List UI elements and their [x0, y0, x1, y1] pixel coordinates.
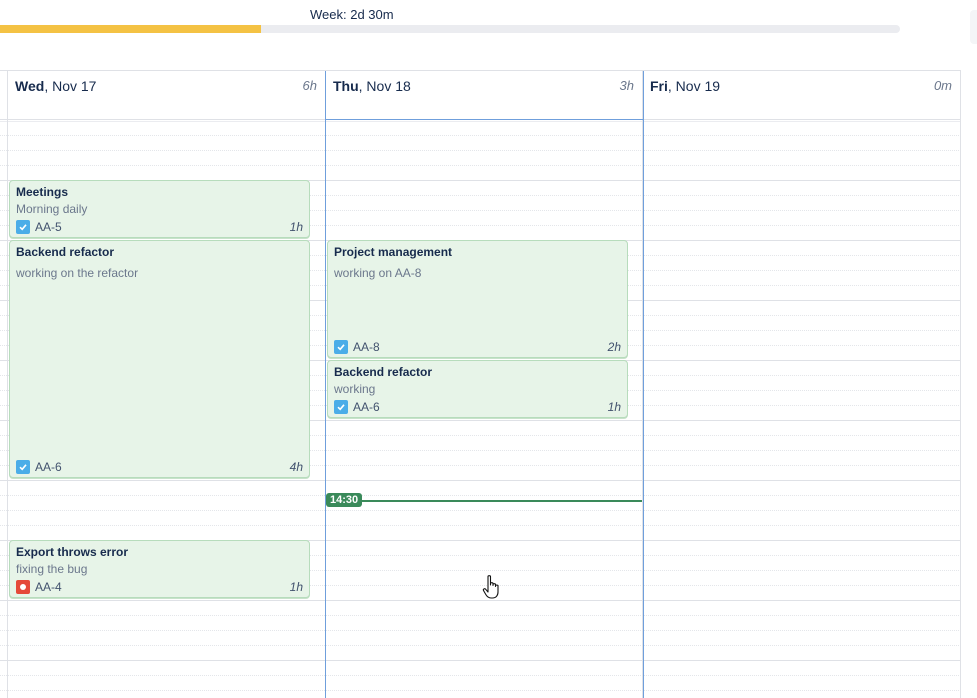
- worklog-event[interactable]: Project management working on AA-8 AA-8 …: [327, 240, 628, 358]
- day-title: Wed, Nov 17: [15, 78, 96, 94]
- column-divider: [7, 71, 8, 698]
- day-header-wed[interactable]: Wed, Nov 17 6h: [7, 71, 325, 119]
- today-header-border: [325, 119, 643, 120]
- week-summary-label: Week: 2d 30m: [310, 7, 394, 22]
- event-title: Export throws error: [16, 545, 129, 559]
- event-description: working on AA-8: [334, 266, 422, 280]
- day-header-fri[interactable]: Fri, Nov 19 0m: [642, 71, 960, 119]
- event-title: Backend refactor: [334, 365, 433, 379]
- task-icon: [16, 220, 30, 234]
- bug-icon: [16, 580, 30, 594]
- issue-key: AA-6: [353, 400, 380, 414]
- worklog-event[interactable]: Backend refactor working AA-6 1h: [327, 360, 628, 418]
- event-description: fixing the bug: [16, 562, 88, 576]
- day-date: , Nov 18: [358, 78, 411, 94]
- week-progress-bar: [0, 25, 900, 33]
- event-title: Backend refactor: [16, 245, 115, 259]
- day-name: Wed: [15, 78, 45, 94]
- worklog-event[interactable]: Meetings Morning daily AA-5 1h: [9, 180, 310, 238]
- event-duration: 1h: [289, 580, 303, 594]
- event-title: Project management: [334, 245, 453, 259]
- side-panel-tab[interactable]: [970, 10, 977, 44]
- day-title: Thu, Nov 18: [333, 78, 411, 94]
- event-description: working: [334, 382, 376, 396]
- day-date: , Nov 19: [667, 78, 721, 94]
- day-name: Thu: [333, 78, 359, 94]
- day-title: Fri, Nov 19: [650, 78, 720, 94]
- event-description: working on the refactor: [16, 266, 139, 280]
- day-name: Fri: [650, 78, 668, 94]
- event-duration: 1h: [289, 220, 303, 234]
- event-description: Morning daily: [16, 202, 88, 216]
- event-duration: 4h: [289, 460, 303, 474]
- task-icon: [334, 340, 348, 354]
- day-total: 6h: [302, 78, 317, 93]
- current-time-line: [326, 500, 642, 502]
- week-progress-fill: [0, 25, 261, 33]
- worklog-event[interactable]: Export throws error fixing the bug AA-4 …: [9, 540, 310, 598]
- event-issue[interactable]: AA-8: [334, 340, 380, 354]
- day-header-thu[interactable]: Thu, Nov 18 3h: [325, 71, 642, 119]
- issue-key: AA-5: [35, 220, 62, 234]
- event-duration: 1h: [607, 400, 621, 414]
- task-icon: [16, 460, 30, 474]
- current-time-badge: 14:30: [326, 493, 363, 507]
- worklog-event[interactable]: Backend refactor working on the refactor…: [9, 240, 310, 478]
- event-duration: 2h: [607, 340, 621, 354]
- day-total: 0m: [933, 78, 952, 93]
- event-title: Meetings: [16, 185, 69, 199]
- issue-key: AA-6: [35, 460, 62, 474]
- hand-cursor-icon: [482, 575, 499, 599]
- column-divider: [960, 71, 961, 698]
- event-issue[interactable]: AA-5: [16, 220, 62, 234]
- event-issue[interactable]: AA-4: [16, 580, 62, 594]
- day-date: , Nov 17: [44, 78, 97, 94]
- event-issue[interactable]: AA-6: [334, 400, 380, 414]
- event-issue[interactable]: AA-6: [16, 460, 62, 474]
- issue-key: AA-4: [35, 580, 62, 594]
- issue-key: AA-8: [353, 340, 380, 354]
- task-icon: [334, 400, 348, 414]
- day-total: 3h: [619, 78, 634, 93]
